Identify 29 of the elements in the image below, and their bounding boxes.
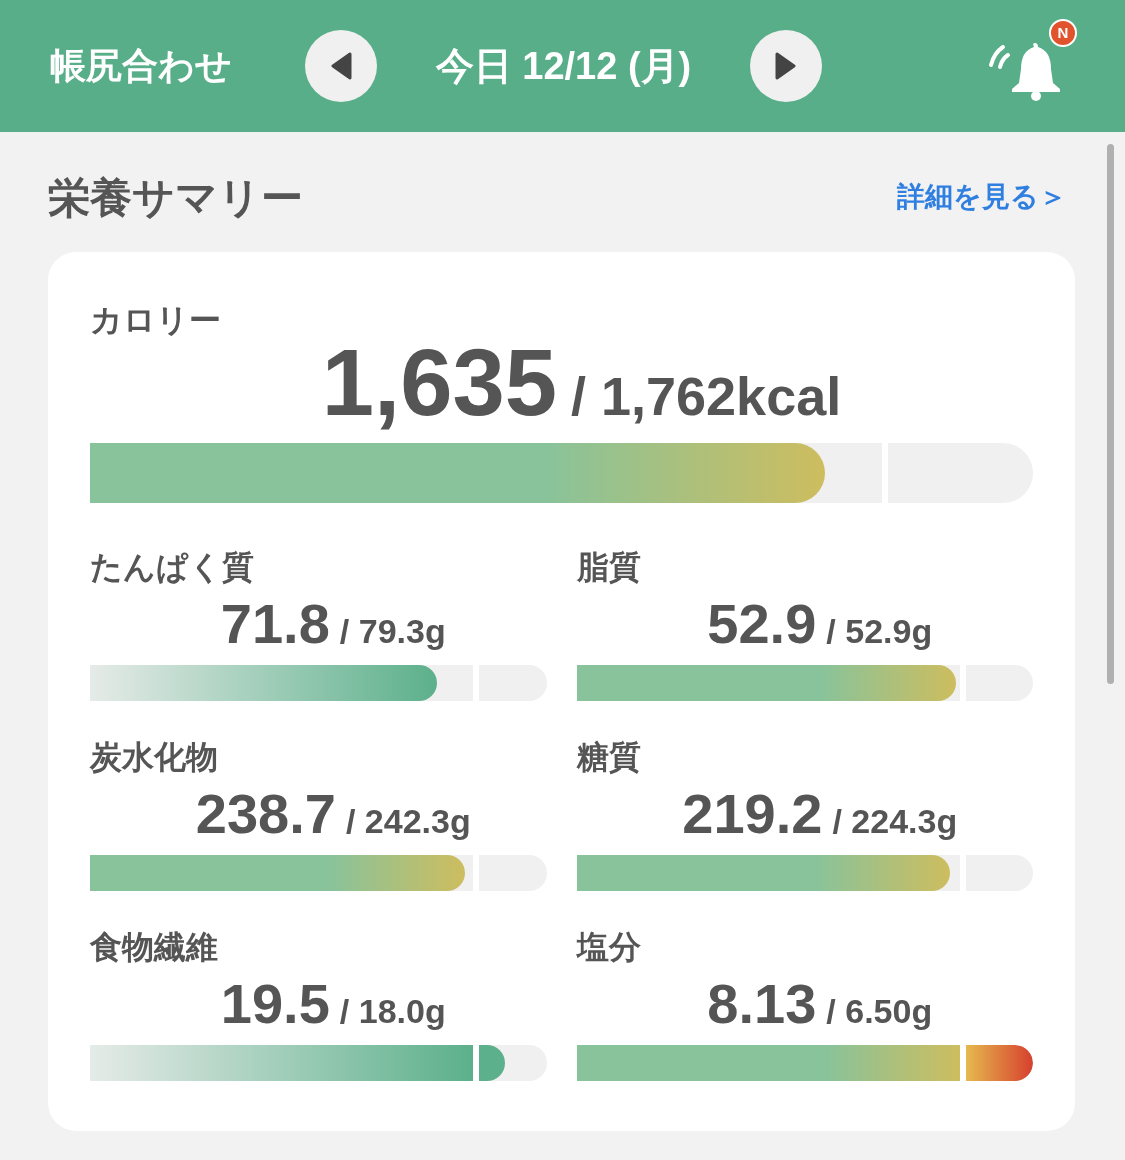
section-title: 栄養サマリー [48, 172, 303, 223]
nutrient-target: / 224.3g [832, 801, 958, 842]
nutrient-label: 炭水化物 [90, 741, 219, 773]
page-title: 帳尻合わせ [50, 44, 233, 88]
nutrient-value: 238.7 [195, 781, 336, 847]
nutrient-value: 52.9 [707, 591, 817, 657]
nutrient-label: 塩分 [576, 931, 642, 963]
scrollbar-thumb[interactable] [1106, 144, 1114, 684]
nutrient-target: / 52.9g [826, 611, 933, 652]
nutrient-value: 1,635 [321, 336, 557, 430]
nutrient-target: / 18.0g [339, 991, 446, 1032]
notification-badge: N [1049, 19, 1077, 47]
nutrient-value: 219.2 [682, 781, 823, 847]
detail-link[interactable]: 詳細を見る＞ [897, 176, 1067, 218]
nutrient-label: 脂質 [576, 551, 642, 583]
nutrient-target: / 79.3g [339, 611, 446, 652]
nutrient-target: / 6.50g [826, 991, 933, 1032]
nutrient-value: 71.8 [220, 591, 330, 657]
nutrient-value: 19.5 [220, 971, 330, 1037]
right-triangle-icon [775, 52, 797, 80]
nutrient-label: カロリー [90, 301, 222, 340]
nutrient-label: 糖質 [576, 741, 642, 773]
nutrient-label: 食物繊維 [90, 931, 219, 963]
nutrient-value: 8.13 [707, 971, 817, 1037]
date-label: 今日 12/12 (月) [434, 43, 693, 89]
nutrient-target: / 242.3g [345, 801, 471, 842]
left-triangle-icon [330, 52, 352, 80]
nutrient-label: たんぱく質 [90, 551, 255, 583]
nutrient-target: / 1,762kcal [571, 365, 842, 428]
